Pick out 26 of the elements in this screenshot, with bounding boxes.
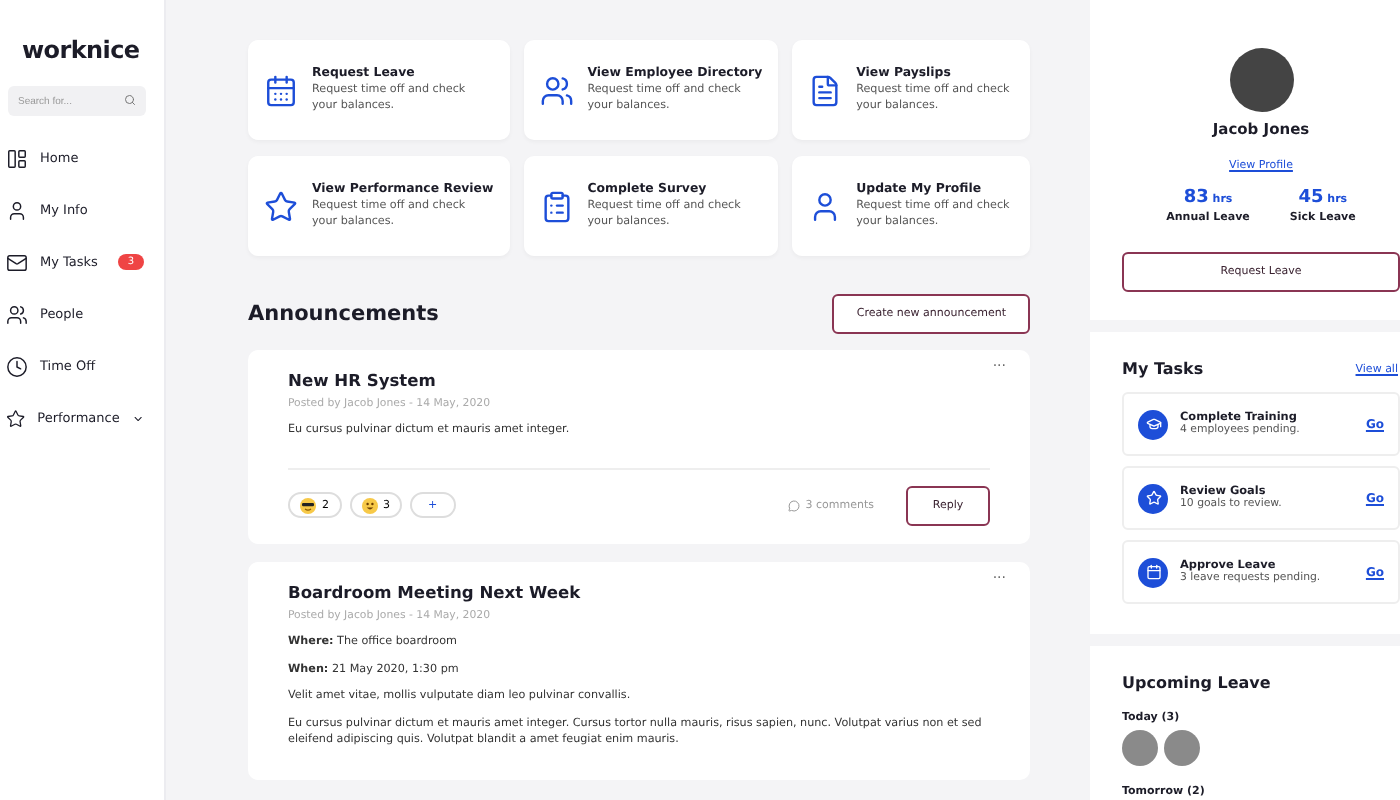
calendar-icon bbox=[264, 73, 298, 107]
users-icon bbox=[539, 73, 574, 107]
logo: worknice bbox=[20, 36, 142, 64]
search-icon bbox=[124, 94, 136, 106]
star-icon bbox=[6, 407, 26, 429]
calendar-icon bbox=[1138, 557, 1168, 587]
post-title: Boardroom Meeting Next Week bbox=[288, 581, 583, 602]
clipboard-icon bbox=[539, 189, 574, 223]
comment-icon bbox=[787, 499, 800, 512]
post-title: New HR System bbox=[288, 370, 438, 390]
section-heading: Announcements bbox=[248, 302, 439, 326]
avatar bbox=[1229, 48, 1293, 112]
document-icon bbox=[808, 73, 843, 107]
user-icon bbox=[6, 199, 28, 221]
users-icon bbox=[6, 303, 28, 325]
layout-icon bbox=[6, 147, 28, 169]
panel-heading: Upcoming Leave bbox=[1122, 674, 1273, 692]
star-icon bbox=[264, 189, 298, 223]
avatar bbox=[1122, 730, 1158, 766]
clock-icon bbox=[6, 355, 28, 377]
smiley-icon bbox=[361, 497, 377, 514]
graduation-cap-icon bbox=[1138, 409, 1168, 439]
panel-heading: My Tasks bbox=[1122, 360, 1204, 378]
sunglasses-face-icon bbox=[300, 497, 316, 514]
avatar bbox=[1164, 730, 1200, 766]
mail-icon bbox=[6, 251, 28, 273]
